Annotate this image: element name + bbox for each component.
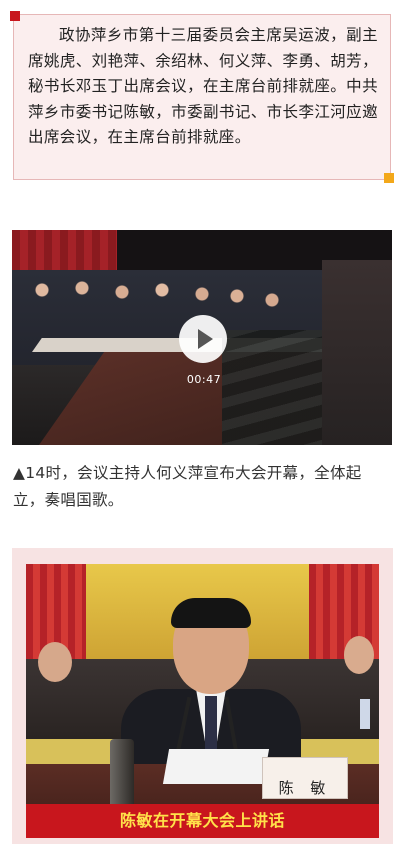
corner-decoration-yellow: [384, 173, 394, 183]
cup: [110, 739, 134, 814]
nameplate: 陈 敏: [262, 757, 348, 799]
video-player[interactable]: 00:47: [12, 230, 392, 445]
speaker-photo[interactable]: 陈 敏: [26, 564, 379, 834]
play-button[interactable]: [179, 315, 227, 363]
play-icon: [198, 329, 213, 349]
intro-paragraph: 政协萍乡市第十三届委员会主席吴运波，副主席姚虎、刘艳萍、余绍林、何义萍、李勇、胡…: [28, 26, 378, 146]
video-duration: 00:47: [186, 373, 222, 386]
photo-caption: 陈敏在开幕大会上讲话: [26, 804, 379, 838]
speaker-photo-card: 陈 敏 陈敏在开幕大会上讲话: [12, 548, 393, 844]
corner-decoration-red: [10, 11, 20, 21]
video-caption: ▲14时，会议主持人何义萍宣布大会开幕，全体起立，奏唱国歌。: [13, 464, 362, 509]
intro-notice-box: 政协萍乡市第十三届委员会主席吴运波，副主席姚虎、刘艳萍、余绍林、何义萍、李勇、胡…: [10, 11, 394, 183]
